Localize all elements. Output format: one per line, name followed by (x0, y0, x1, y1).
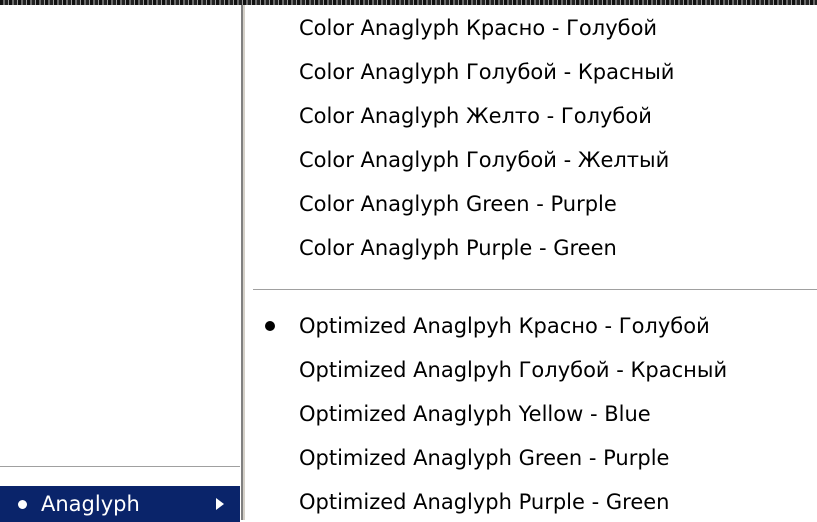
menu-item-label: Anaglyph (41, 492, 140, 516)
submenu-arrow-icon (216, 498, 224, 510)
menu-separator (253, 289, 817, 291)
menu-item-optimized-anaglyph-green-purple[interactable]: Optimized Anaglyph Green - Purple (245, 438, 817, 478)
menu-item-label: Optimized Anaglyph Purple - Green (299, 490, 670, 514)
menu-item-color-anaglyph-blue-yellow[interactable]: Color Anaglyph Голубой - Желтый (245, 140, 817, 180)
menu-item-label: Color Anaglyph Красно - Голубой (299, 16, 658, 40)
menu-item-label: Optimized Anaglpyh Красно - Голубой (299, 314, 710, 338)
menu-item-label: Optimized Anaglyph Yellow - Blue (299, 402, 651, 426)
menu-item-label: Color Anaglyph Желто - Голубой (299, 104, 652, 128)
menu-separator (0, 466, 240, 468)
menu-item-label: Color Anaglyph Green - Purple (299, 192, 617, 216)
menu-item-anaglyph[interactable]: Anaglyph (0, 486, 240, 522)
menu-item-label: Optimized Anaglyph Green - Purple (299, 446, 670, 470)
menu-item-color-anaglyph-green-purple[interactable]: Color Anaglyph Green - Purple (245, 184, 817, 224)
menu-item-label: Optimized Anaglpyh Голубой - Красный (299, 358, 728, 382)
menu-item-color-anaglyph-cyan-red[interactable]: Color Anaglyph Голубой - Красный (245, 52, 817, 92)
menu-item-optimized-anaglyph-cyan-red[interactable]: Optimized Anaglpyh Голубой - Красный (245, 350, 817, 390)
menu-item-label: Color Anaglyph Голубой - Красный (299, 60, 675, 84)
menu-item-color-anaglyph-purple-green[interactable]: Color Anaglyph Purple - Green (245, 228, 817, 268)
radio-bullet-icon (265, 321, 275, 331)
menu-item-color-anaglyph-yellow-blue[interactable]: Color Anaglyph Желто - Голубой (245, 96, 817, 136)
menu-item-optimized-anaglyph-yellow-blue[interactable]: Optimized Anaglyph Yellow - Blue (245, 394, 817, 434)
menu-item-optimized-anaglyph-red-cyan[interactable]: Optimized Anaglpyh Красно - Голубой (245, 306, 817, 346)
menu-item-color-anaglyph-red-cyan[interactable]: Color Anaglyph Красно - Голубой (245, 8, 817, 48)
anaglyph-submenu: Color Anaglyph Красно - Голубой Color An… (245, 5, 817, 520)
menu-item-label: Color Anaglyph Purple - Green (299, 236, 617, 260)
menu-item-label: Color Anaglyph Голубой - Желтый (299, 148, 670, 172)
parent-menu: Anaglyph (0, 5, 240, 522)
menu-item-optimized-anaglyph-purple-green[interactable]: Optimized Anaglyph Purple - Green (245, 482, 817, 522)
radio-bullet-icon (18, 499, 27, 509)
